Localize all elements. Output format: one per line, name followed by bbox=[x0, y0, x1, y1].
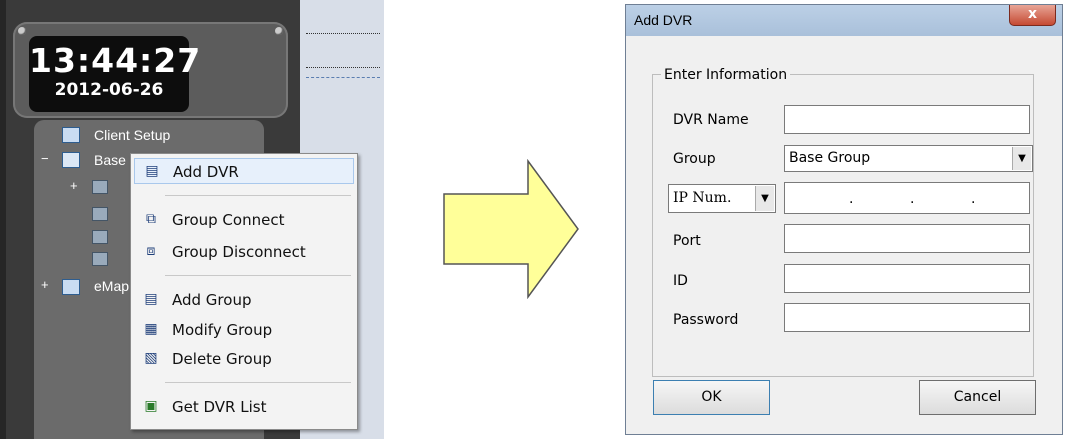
clock-date: 2012-06-26 bbox=[54, 80, 164, 100]
ip-separator: . bbox=[849, 191, 854, 207]
menu-item-label: Group Disconnect bbox=[172, 243, 306, 261]
camera-icon[interactable] bbox=[92, 230, 108, 244]
menu-item-group-disconnect[interactable]: ⧈ Group Disconnect bbox=[134, 239, 354, 265]
ip-separator: . bbox=[971, 191, 976, 207]
get-dvr-list-icon: ▣ bbox=[144, 398, 158, 414]
port-label: Port bbox=[673, 233, 701, 249]
right-arrow-icon bbox=[443, 159, 579, 299]
port-input[interactable] bbox=[784, 224, 1030, 253]
add-group-icon: ▤ bbox=[144, 291, 158, 307]
folder-icon bbox=[62, 152, 80, 168]
menu-item-label: Add DVR bbox=[173, 163, 239, 181]
ip-mode-select[interactable]: IP Num. ▼ bbox=[668, 184, 776, 213]
close-button[interactable]: x bbox=[1009, 5, 1056, 26]
clock-display: 13:44:27 2012-06-26 bbox=[29, 36, 202, 112]
clock-time: 13:44:27 bbox=[29, 41, 202, 80]
menu-item-add-dvr[interactable]: ▤ Add DVR bbox=[134, 158, 354, 184]
tree-item-emap[interactable]: eMap bbox=[94, 276, 129, 296]
menu-item-label: Get DVR List bbox=[172, 398, 267, 416]
group-select-value: Base Group bbox=[789, 150, 871, 166]
id-label: ID bbox=[673, 273, 688, 289]
password-input[interactable] bbox=[784, 303, 1030, 332]
screw-icon bbox=[18, 27, 26, 35]
menu-item-label: Modify Group bbox=[172, 321, 273, 339]
group-connect-icon: ⧉ bbox=[146, 211, 156, 227]
add-dvr-dialog: Add DVR x Enter Information DVR Name Gro… bbox=[625, 4, 1063, 435]
camera-icon[interactable] bbox=[92, 207, 108, 221]
menu-separator bbox=[165, 382, 351, 383]
add-dvr-icon: ▤ bbox=[145, 163, 159, 179]
ip-address-input[interactable]: . . . bbox=[784, 182, 1030, 214]
camera-icon[interactable] bbox=[92, 252, 108, 266]
client-setup-icon bbox=[62, 127, 80, 143]
chevron-down-icon[interactable]: ▼ bbox=[755, 186, 774, 211]
context-menu: ▤ Add DVR ⧉ Group Connect ⧈ Group Discon… bbox=[130, 153, 358, 430]
expand-icon[interactable]: + bbox=[41, 277, 49, 292]
delete-group-icon: ▧ bbox=[144, 350, 158, 366]
menu-item-add-group[interactable]: ▤ Add Group bbox=[134, 287, 354, 313]
tree-item-client-setup[interactable]: Client Setup bbox=[94, 125, 170, 145]
ip-separator: . bbox=[910, 191, 915, 207]
tree-item-label: Client Setup bbox=[94, 127, 171, 143]
dvr-name-label: DVR Name bbox=[673, 112, 749, 128]
tree-item-label: eMap bbox=[94, 278, 130, 294]
dvr-icon[interactable] bbox=[92, 180, 108, 194]
dashed-line bbox=[306, 77, 380, 79]
dialog-titlebar[interactable]: Add DVR x bbox=[626, 5, 1062, 36]
ip-mode-value: IP Num. bbox=[673, 190, 732, 206]
groupbox-label: Enter Information bbox=[661, 67, 791, 83]
tree-item-base-group[interactable]: Base bbox=[94, 150, 126, 170]
group-disconnect-icon: ⧈ bbox=[146, 243, 156, 259]
menu-separator bbox=[165, 195, 351, 196]
cancel-button[interactable]: Cancel bbox=[919, 380, 1036, 415]
ok-button[interactable]: OK bbox=[653, 380, 770, 415]
close-icon: x bbox=[1027, 6, 1038, 22]
dotted-line bbox=[306, 33, 380, 35]
group-select[interactable]: Base Group ▼ bbox=[784, 145, 1033, 172]
panel-edge bbox=[0, 0, 6, 439]
menu-item-get-dvr-list[interactable]: ▣ Get DVR List bbox=[134, 394, 354, 420]
dotted-line bbox=[306, 67, 380, 69]
collapse-icon[interactable]: − bbox=[41, 151, 49, 166]
menu-item-group-connect[interactable]: ⧉ Group Connect bbox=[134, 207, 354, 233]
dialog-title: Add DVR bbox=[634, 12, 693, 28]
screw-icon bbox=[275, 27, 283, 35]
clock-frame: 13:44:27 2012-06-26 bbox=[13, 22, 288, 118]
expand-icon[interactable]: + bbox=[70, 178, 78, 193]
menu-item-label: Group Connect bbox=[172, 211, 285, 229]
chevron-down-icon[interactable]: ▼ bbox=[1012, 147, 1031, 170]
tree-item-label: Base bbox=[94, 152, 126, 168]
group-label: Group bbox=[673, 151, 716, 167]
password-label: Password bbox=[673, 312, 739, 328]
emap-icon bbox=[62, 279, 80, 295]
menu-item-label: Delete Group bbox=[172, 350, 272, 368]
menu-item-modify-group[interactable]: ▦ Modify Group bbox=[134, 317, 354, 343]
id-input[interactable] bbox=[784, 264, 1030, 293]
dvr-name-input[interactable] bbox=[784, 105, 1030, 134]
menu-separator bbox=[165, 275, 351, 276]
modify-group-icon: ▦ bbox=[144, 321, 158, 337]
menu-item-label: Add Group bbox=[172, 291, 252, 309]
menu-item-delete-group[interactable]: ▧ Delete Group bbox=[134, 346, 354, 372]
